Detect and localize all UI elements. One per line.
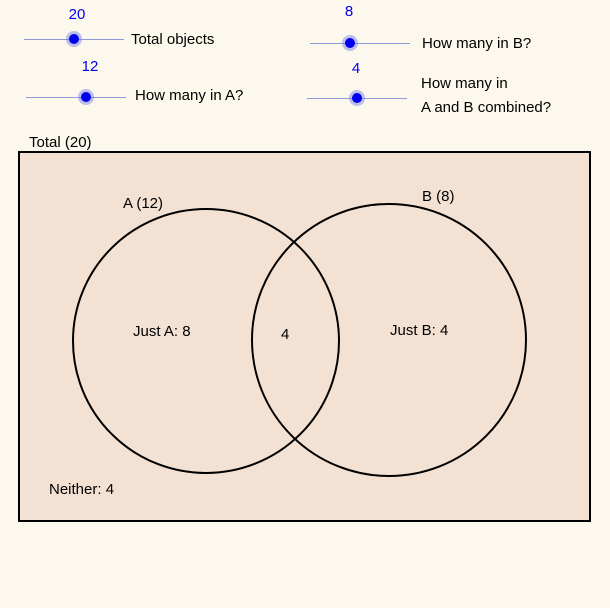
set-a-label: A (12) xyxy=(123,195,163,212)
neither-text: Neither: 4 xyxy=(49,481,114,498)
intersection-text: 4 xyxy=(281,326,289,343)
total-label: Total (20) xyxy=(29,134,92,151)
universe-box xyxy=(18,151,591,522)
venn-diagram: Total (20) A (12) B (8) Just A: 8 4 Just… xyxy=(18,134,591,522)
set-b-label: B (8) xyxy=(422,188,455,205)
just-b-text: Just B: 4 xyxy=(390,322,448,339)
just-a-text: Just A: 8 xyxy=(133,323,191,340)
